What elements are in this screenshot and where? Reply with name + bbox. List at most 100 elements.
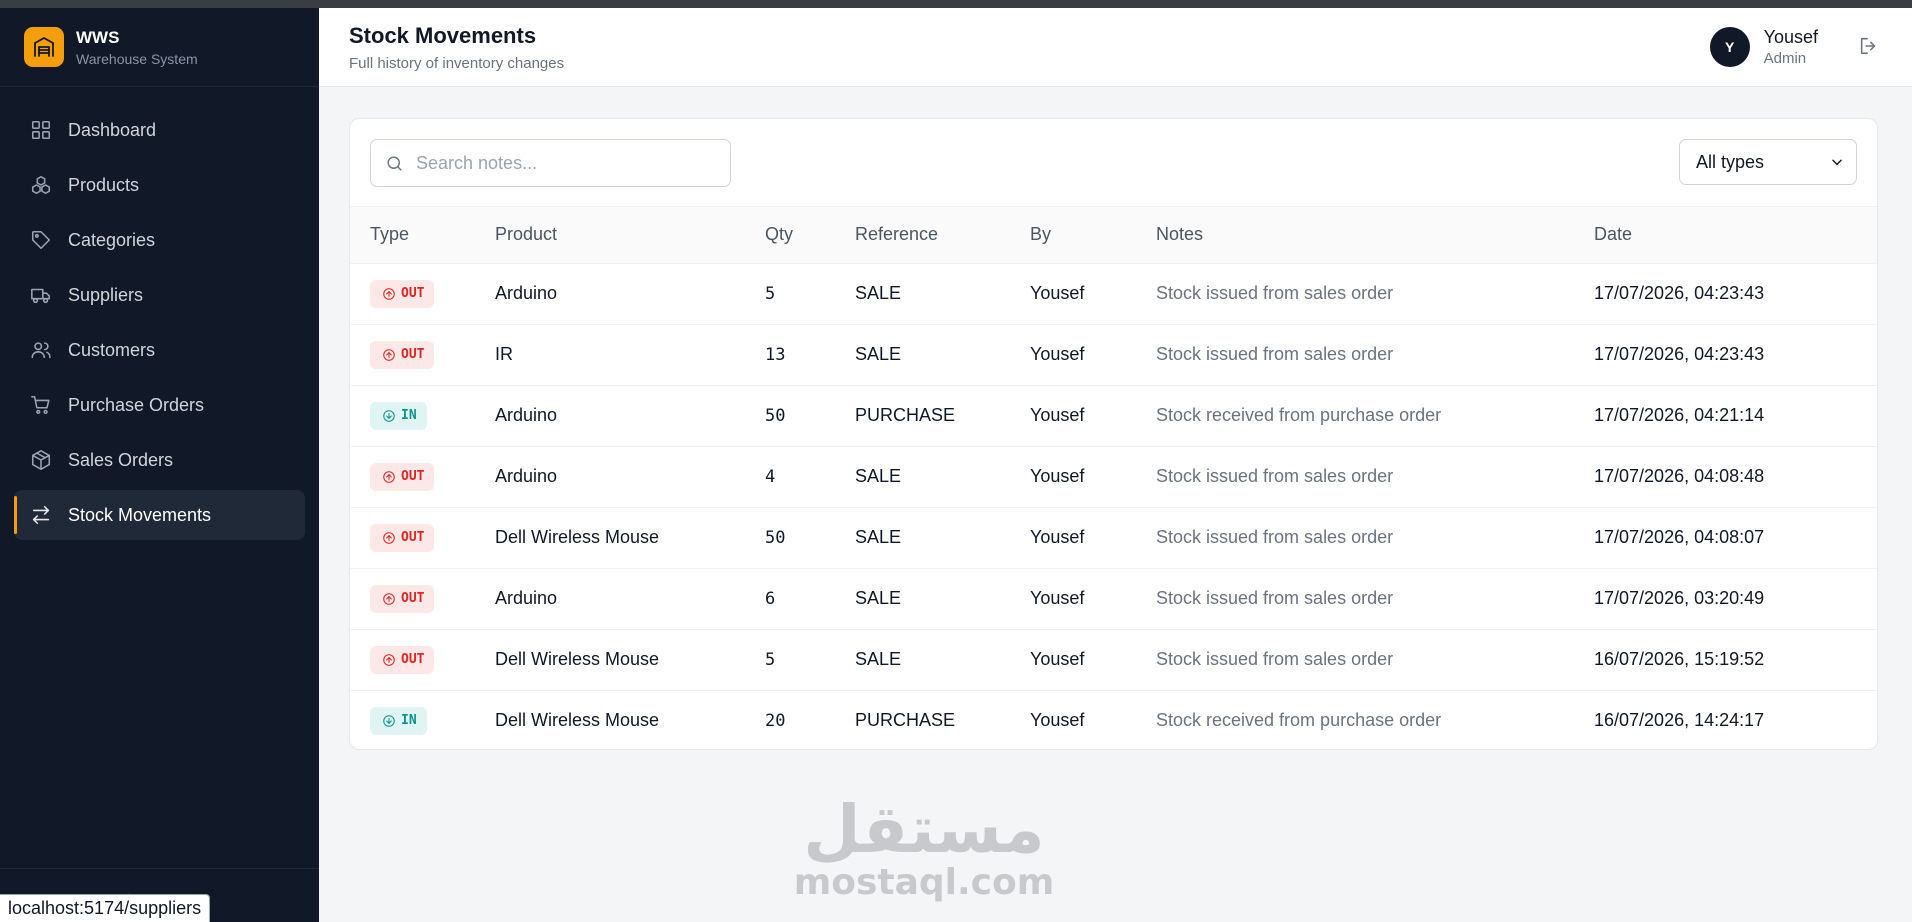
app-window: WWS Warehouse System Dashboard Products … <box>0 8 1912 922</box>
brand: WWS Warehouse System <box>0 8 319 87</box>
cell-by: Yousef <box>1030 405 1085 425</box>
user-name: Yousef <box>1763 27 1818 47</box>
cell-reference: SALE <box>855 527 902 547</box>
arrow-down-circle-icon <box>383 714 395 727</box>
cell-reference: PURCHASE <box>855 405 956 425</box>
cell-date: 17/07/2026, 04:08:07 <box>1594 527 1765 547</box>
type-badge-label: OUT <box>401 347 425 362</box>
brand-name: WWS <box>76 27 120 47</box>
cell-type: OUT <box>350 324 495 385</box>
sidebar-item-label: Suppliers <box>68 284 144 305</box>
cell-by: Yousef <box>1030 466 1085 486</box>
cart-icon <box>31 395 50 415</box>
type-badge-out: OUT <box>370 279 435 308</box>
package-icon <box>31 450 51 470</box>
logout-button[interactable] <box>1858 35 1882 59</box>
chevron-down-icon <box>1832 159 1842 166</box>
sidebar-item-suppliers[interactable]: Suppliers <box>14 270 305 320</box>
type-badge-label: IN <box>401 408 417 423</box>
cell-product: Arduino <box>495 405 558 425</box>
table-row[interactable]: IN Arduino 50 PURCHASE Yousef Stock received … <box>350 385 1877 446</box>
cell-reference: PURCHASE <box>855 710 956 731</box>
browser-frame: WWS Warehouse System Dashboard Products … <box>0 0 1912 922</box>
table-header-row: Type Product Qty Reference By Notes Date <box>350 207 1877 263</box>
cell-by: Yousef <box>1030 588 1085 608</box>
users-icon <box>31 342 51 359</box>
type-badge-in: IN <box>370 401 427 430</box>
cell-notes: Stock received from purchase order <box>1156 710 1442 731</box>
column-header-qty: Qty <box>765 224 794 245</box>
sidebar-item-label: Categories <box>68 229 156 250</box>
cell-qty: 5 <box>765 283 776 304</box>
cell-product: Arduino <box>495 466 558 486</box>
sidebar-item-dashboard[interactable]: Dashboard <box>14 105 305 155</box>
page-subtitle: Full history of inventory changes <box>349 54 565 72</box>
arrow-up-circle-icon <box>383 348 395 361</box>
avatar[interactable]: Y <box>1709 27 1750 67</box>
search-box[interactable] <box>370 139 731 187</box>
column-header-date: Date <box>1594 224 1633 245</box>
cell-qty: 5 <box>765 649 776 670</box>
column-header-type: Type <box>370 224 410 245</box>
cell-date: 16/07/2026, 14:24:17 <box>1594 710 1765 731</box>
cell-type: IN <box>350 690 495 749</box>
table-row[interactable]: OUT Dell Wireless Mouse 5 SALE Yousef Stock i… <box>350 629 1877 690</box>
table-row[interactable]: OUT Arduino 6 SALE Yousef Stock issued from s… <box>350 568 1877 629</box>
type-badge-in: IN <box>370 706 427 735</box>
cell-qty: 13 <box>765 344 786 365</box>
type-badge-label: IN <box>401 713 417 729</box>
column-header-product: Product <box>495 224 558 245</box>
cell-date: 17/07/2026, 04:23:43 <box>1594 283 1765 303</box>
movements-table: Type Product Qty Reference By Notes Date… <box>350 207 1877 749</box>
table-row[interactable]: OUT Arduino 5 SALE Yousef Stock issued from s… <box>350 263 1877 324</box>
sidebar-item-stock-movements[interactable]: Stock Movements <box>14 490 305 540</box>
type-filter-select[interactable]: All types <box>1679 139 1857 185</box>
cell-reference: SALE <box>855 649 902 669</box>
table-row[interactable]: OUT Arduino 4 SALE Yousef Stock issued from s… <box>350 446 1877 507</box>
page-title: Stock Movements <box>349 22 537 48</box>
sidebar-item-label: Customers <box>68 339 156 360</box>
type-badge-label: OUT <box>401 530 425 545</box>
type-badge-out: OUT <box>370 584 435 613</box>
sidebar-item-label: Sales Orders <box>68 449 174 470</box>
main-content: Stock Movements Full history of inventor… <box>319 8 1912 922</box>
sidebar-item-products[interactable]: Products <box>14 160 305 210</box>
sidebar-item-purchase-orders[interactable]: Purchase Orders <box>14 380 305 430</box>
table-row[interactable]: IN Dell Wireless Mouse 20 PURCHASE Yousef Sto… <box>350 690 1877 749</box>
boxes-icon <box>31 175 51 195</box>
type-badge-out: OUT <box>370 340 435 369</box>
cell-date: 17/07/2026, 04:23:43 <box>1594 344 1765 364</box>
arrow-up-circle-icon <box>383 592 395 605</box>
cell-reference: SALE <box>855 283 902 303</box>
cell-qty: 20 <box>765 710 786 731</box>
table-row[interactable]: OUT IR 13 SALE Yousef Stock issued from sales… <box>350 324 1877 385</box>
cell-type: OUT <box>350 568 495 629</box>
type-badge-label: OUT <box>401 591 425 606</box>
user-menu: Y Yousef Admin <box>1709 27 1882 67</box>
sidebar-item-sales-orders[interactable]: Sales Orders <box>14 435 305 485</box>
table-body: OUT Arduino 5 SALE Yousef Stock issued from s… <box>350 263 1877 749</box>
cell-by: Yousef <box>1030 527 1085 547</box>
truck-icon <box>31 288 51 304</box>
cell-notes: Stock issued from sales order <box>1156 527 1394 547</box>
cell-product: IR <box>495 344 513 364</box>
cell-reference: SALE <box>855 344 902 364</box>
cell-notes: Stock issued from sales order <box>1156 588 1394 608</box>
cell-by: Yousef <box>1030 710 1085 731</box>
warehouse-logo-icon <box>24 27 64 67</box>
cell-qty: 4 <box>765 466 776 487</box>
sidebar-item-categories[interactable]: Categories <box>14 215 305 265</box>
cell-product: Arduino <box>495 283 558 303</box>
cell-by: Yousef <box>1030 344 1085 364</box>
table-row[interactable]: OUT Dell Wireless Mouse 50 SALE Yousef Stock … <box>350 507 1877 568</box>
type-badge-label: OUT <box>401 286 425 301</box>
cell-notes: Stock issued from sales order <box>1156 466 1394 486</box>
type-filter-value: All types <box>1696 151 1765 172</box>
search-input[interactable] <box>416 152 716 174</box>
cell-qty: 50 <box>765 527 786 548</box>
cell-product: Dell Wireless Mouse <box>495 527 660 547</box>
topbar: Stock Movements Full history of inventor… <box>319 8 1912 87</box>
cell-qty: 6 <box>765 588 776 609</box>
cell-date: 17/07/2026, 03:20:49 <box>1594 588 1765 608</box>
sidebar-item-customers[interactable]: Customers <box>14 325 305 375</box>
